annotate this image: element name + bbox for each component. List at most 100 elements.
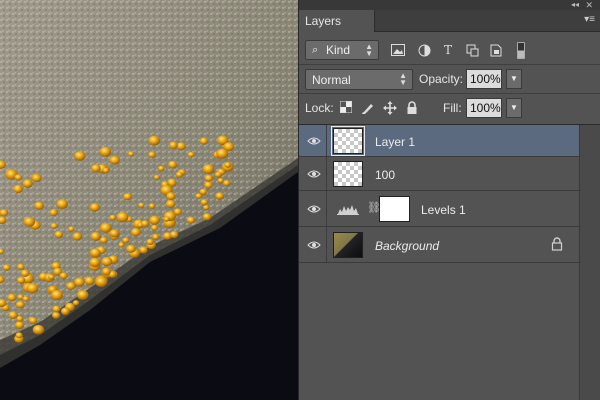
droplet bbox=[31, 173, 42, 183]
type-filter-icon[interactable]: T bbox=[441, 44, 455, 57]
visibility-toggle[interactable] bbox=[299, 157, 327, 190]
droplet bbox=[139, 246, 148, 254]
droplet bbox=[72, 300, 80, 306]
lock-icon bbox=[551, 237, 563, 251]
fill-dropdown-button[interactable]: ▼ bbox=[506, 98, 522, 118]
layers-scrollbar[interactable] bbox=[579, 125, 600, 400]
fill-label: Fill: bbox=[443, 101, 462, 115]
collapse-icon[interactable]: ◂◂ bbox=[571, 0, 579, 10]
visibility-toggle[interactable] bbox=[299, 227, 327, 262]
droplet bbox=[99, 222, 112, 233]
photo-artwork bbox=[0, 0, 298, 400]
droplet bbox=[68, 226, 75, 232]
droplet bbox=[123, 193, 132, 201]
droplet bbox=[203, 204, 210, 211]
droplet bbox=[50, 222, 58, 229]
layer-thumbnail bbox=[333, 161, 363, 187]
close-icon[interactable]: ✕ bbox=[585, 0, 593, 10]
droplet bbox=[122, 237, 130, 244]
droplet bbox=[102, 167, 110, 174]
droplet bbox=[99, 236, 108, 244]
layer-row-levels-1[interactable]: ⛓ Levels 1 bbox=[299, 191, 579, 227]
layer-mask-thumbnail[interactable] bbox=[379, 196, 410, 222]
droplet bbox=[91, 164, 101, 173]
droplet bbox=[148, 135, 160, 146]
document-canvas[interactable] bbox=[0, 0, 298, 400]
layer-row-100[interactable]: 100 bbox=[299, 157, 579, 191]
adjustment-filter-icon[interactable] bbox=[417, 44, 431, 57]
lock-pixels-icon[interactable] bbox=[361, 101, 375, 115]
droplet bbox=[166, 192, 176, 201]
filter-kind-select[interactable]: ⌕ Kind ▲ ▼ bbox=[305, 40, 379, 60]
smart-object-filter-icon[interactable] bbox=[489, 44, 503, 57]
filter-kind-label: Kind bbox=[326, 43, 351, 57]
droplet bbox=[116, 212, 129, 223]
droplet bbox=[60, 307, 70, 316]
image-filter-icon[interactable] bbox=[391, 44, 405, 57]
droplet bbox=[16, 276, 26, 284]
droplet bbox=[176, 142, 186, 151]
panel-menu-icon[interactable]: ▾≡ bbox=[584, 14, 595, 25]
droplet bbox=[89, 248, 101, 258]
droplet bbox=[199, 137, 209, 145]
droplet bbox=[74, 151, 86, 161]
lock-label: Lock: bbox=[305, 101, 334, 115]
droplet bbox=[204, 174, 214, 182]
layer-name[interactable]: Background bbox=[375, 239, 439, 253]
droplet bbox=[217, 178, 224, 184]
divider bbox=[299, 93, 600, 94]
droplet bbox=[66, 282, 76, 290]
opacity-label: Opacity: bbox=[419, 72, 464, 86]
shape-filter-icon[interactable] bbox=[465, 44, 479, 57]
layer-name[interactable]: 100 bbox=[375, 168, 395, 182]
layer-name[interactable]: Levels 1 bbox=[421, 203, 466, 217]
droplet bbox=[169, 231, 179, 239]
droplet bbox=[168, 160, 178, 169]
droplet bbox=[23, 217, 35, 227]
droplet bbox=[15, 332, 23, 339]
divider bbox=[299, 64, 600, 65]
blend-mode-select[interactable]: Normal ▲ ▼ bbox=[305, 69, 413, 90]
droplet bbox=[165, 199, 176, 209]
layer-row-background[interactable]: Background bbox=[299, 227, 579, 263]
droplet bbox=[84, 276, 95, 286]
droplet bbox=[74, 277, 85, 287]
panel-top-strip: ◂◂ ✕ bbox=[299, 0, 600, 10]
droplet bbox=[126, 244, 136, 253]
fill-field[interactable]: 100% bbox=[466, 98, 502, 118]
droplet bbox=[20, 269, 30, 277]
droplet bbox=[89, 257, 101, 268]
droplet bbox=[187, 151, 195, 158]
droplet bbox=[118, 242, 125, 248]
tab-layers[interactable]: Layers bbox=[299, 10, 375, 32]
droplet bbox=[101, 267, 111, 276]
visibility-toggle[interactable] bbox=[299, 125, 327, 156]
droplet bbox=[76, 290, 89, 300]
droplet bbox=[146, 238, 154, 246]
layer-thumbnail bbox=[333, 232, 363, 258]
layer-row-layer-1[interactable]: Layer 1 bbox=[299, 125, 579, 157]
droplet bbox=[200, 199, 209, 206]
eye-icon bbox=[307, 241, 321, 248]
layers-list: Layer 1 100 ⛓ Levels 1 Background bbox=[299, 124, 600, 400]
droplet bbox=[149, 215, 161, 225]
droplet bbox=[163, 216, 170, 222]
layer-name[interactable]: Layer 1 bbox=[375, 135, 415, 149]
updown-arrows-icon: ▲ ▼ bbox=[399, 71, 407, 87]
droplet bbox=[195, 193, 202, 199]
opacity-field[interactable]: 100% bbox=[466, 69, 502, 89]
droplet bbox=[7, 293, 17, 302]
eye-icon bbox=[307, 205, 321, 212]
droplet bbox=[215, 192, 225, 200]
lock-position-icon[interactable] bbox=[383, 101, 397, 115]
droplet bbox=[15, 321, 25, 329]
visibility-toggle[interactable] bbox=[299, 191, 327, 226]
droplet bbox=[130, 227, 141, 237]
opacity-dropdown-button[interactable]: ▼ bbox=[506, 69, 522, 89]
filter-toggle-switch[interactable] bbox=[517, 42, 525, 59]
lock-row: Lock: Fill: 100% ▼ bbox=[299, 95, 600, 121]
lock-transparency-icon[interactable] bbox=[339, 101, 353, 115]
lock-all-icon[interactable] bbox=[405, 101, 419, 115]
droplet bbox=[186, 216, 196, 224]
droplet bbox=[2, 264, 11, 271]
